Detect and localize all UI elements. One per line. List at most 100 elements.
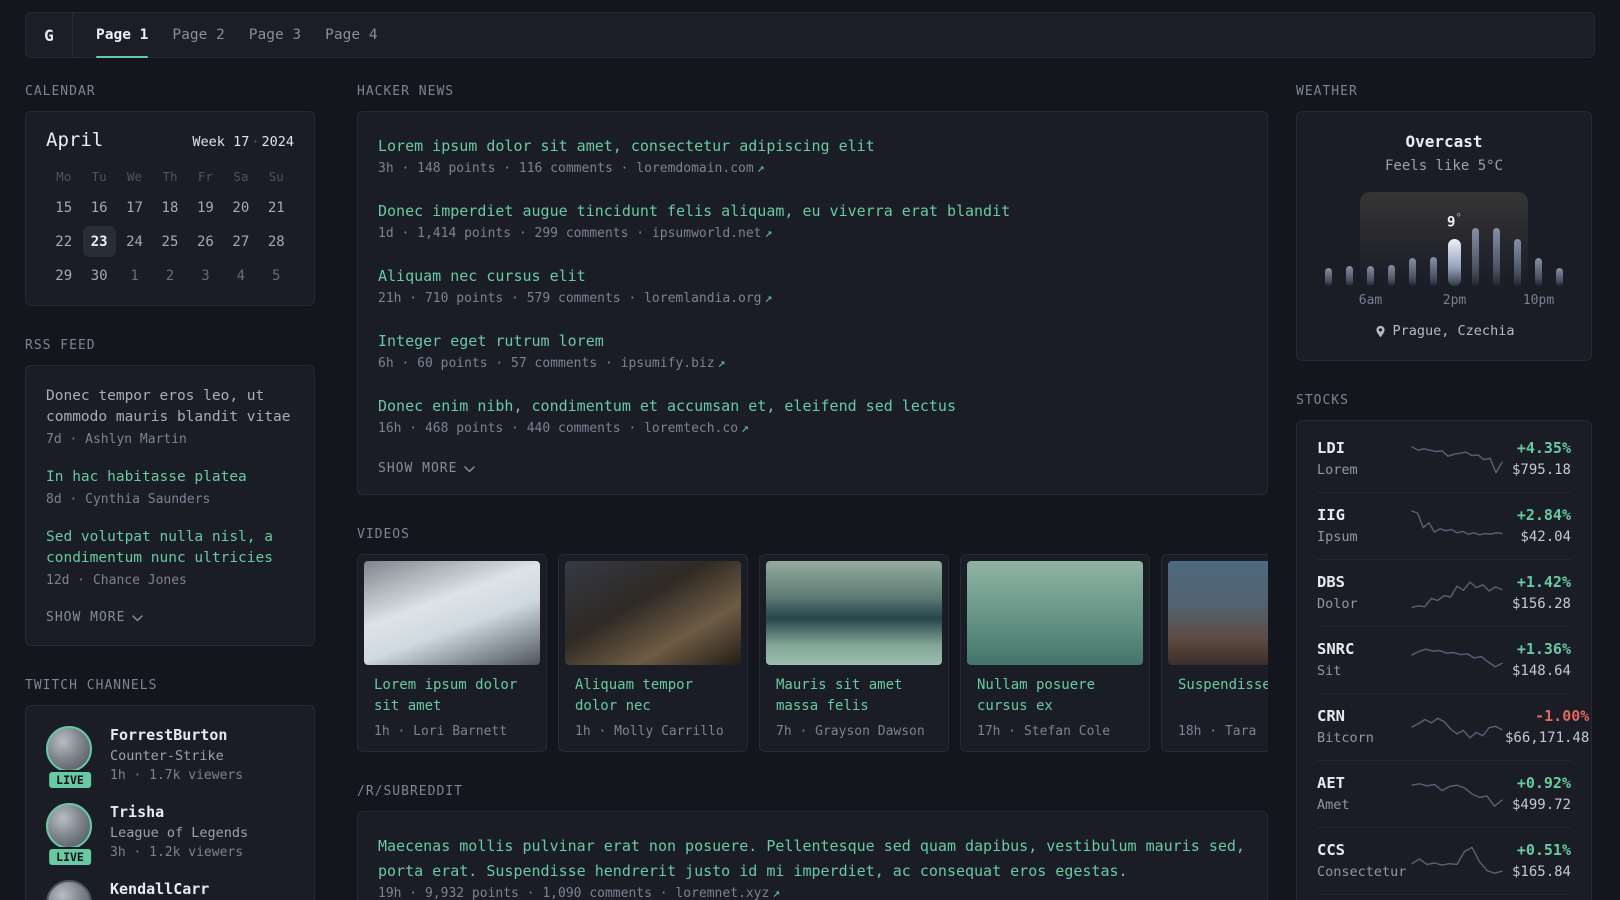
stock-id: LDI Lorem bbox=[1317, 439, 1409, 478]
stock-row[interactable]: IIG Ipsum +2.84% $42.04 bbox=[1317, 491, 1571, 559]
weather-hour-column bbox=[1318, 192, 1339, 286]
calendar-day: 20 bbox=[232, 199, 250, 216]
rss-section: RSS FEED Donec tempor eros leo, ut commo… bbox=[25, 338, 315, 646]
subreddit-section-title: /R/SUBREDDIT bbox=[357, 784, 463, 799]
stock-row[interactable]: AHS +0.46% bbox=[1317, 893, 1571, 900]
video-title[interactable]: Suspendisse diam bbox=[1178, 675, 1268, 717]
external-link-icon[interactable]: ↗ bbox=[718, 356, 726, 371]
calendar-day: 29 bbox=[55, 267, 73, 284]
video-thumbnail[interactable] bbox=[766, 561, 942, 665]
external-link-icon[interactable]: ↗ bbox=[765, 226, 773, 241]
external-link-icon[interactable]: ↗ bbox=[757, 161, 765, 176]
hackernews-item-title[interactable]: Integer eget rutrum lorem bbox=[378, 329, 1247, 354]
stock-row[interactable]: LDI Lorem +4.35% $795.18 bbox=[1317, 426, 1571, 492]
external-link-icon[interactable]: ↗ bbox=[741, 421, 749, 436]
video-card[interactable]: Nullam posuere cursus ex 17h · Stefan Co… bbox=[960, 554, 1150, 752]
video-title[interactable]: Aliquam tempor dolor nec pharetra… bbox=[575, 675, 731, 717]
weather-hour-bar bbox=[1409, 258, 1416, 286]
chevron-down-icon bbox=[132, 615, 144, 622]
weather-location-text: Prague, Czechia bbox=[1392, 323, 1515, 339]
stock-price: $148.64 bbox=[1511, 663, 1571, 679]
hackernews-item-meta: 6h · 60 points · 57 comments · ipsumify.… bbox=[378, 356, 1247, 371]
rss-item-meta: 8d · Cynthia Saunders bbox=[46, 492, 211, 507]
weather-hour-column bbox=[1507, 192, 1528, 286]
stock-sparkline bbox=[1409, 439, 1505, 479]
hackernews-item-title[interactable]: Donec enim nibh, condimentum et accumsan… bbox=[378, 394, 1247, 419]
hackernews-item-title[interactable]: Aliquam nec cursus elit bbox=[378, 264, 1247, 289]
tab-page-4[interactable]: Page 4 bbox=[313, 13, 389, 57]
video-thumbnail[interactable] bbox=[967, 561, 1143, 665]
stock-row[interactable]: CRN Bitcorn -1.00% $66,171.48 bbox=[1317, 692, 1589, 760]
calendar-section-title: CALENDAR bbox=[25, 84, 96, 99]
twitch-channel-name[interactable]: Trisha bbox=[110, 803, 248, 821]
video-card[interactable]: Aliquam tempor dolor nec pharetra… 1h · … bbox=[558, 554, 748, 752]
twitch-channel-category[interactable]: Counter-Strike bbox=[110, 748, 243, 764]
calendar-day: 5 bbox=[272, 267, 281, 284]
twitch-channel-category[interactable]: League of Legends bbox=[110, 825, 248, 841]
rss-show-more-button[interactable]: SHOW MORE bbox=[46, 610, 144, 625]
calendar-day-header: Sa bbox=[233, 168, 249, 184]
rss-item-meta: 12d · Chance Jones bbox=[46, 573, 187, 588]
twitch-avatar-wrap: LIVE bbox=[46, 803, 94, 867]
stock-id: IIG Ipsum bbox=[1317, 506, 1409, 545]
hackernews-item-meta: 21h · 710 points · 579 comments · loreml… bbox=[378, 291, 1247, 306]
stock-row[interactable]: SNRC Sit +1.36% $148.64 bbox=[1317, 625, 1571, 693]
stock-row[interactable]: DBS Dolor +1.42% $156.28 bbox=[1317, 558, 1571, 626]
weather-hour-column bbox=[1339, 192, 1360, 286]
video-title[interactable]: Nullam posuere cursus ex bbox=[977, 675, 1133, 717]
twitch-channel-info: ForrestBurton Counter-Strike 1h · 1.7k v… bbox=[110, 726, 243, 783]
video-meta: 17h · Stefan Cole bbox=[977, 724, 1111, 739]
video-meta: 7h · Grayson Dawson bbox=[776, 724, 925, 739]
calendar-week-number: 17 bbox=[233, 134, 250, 150]
twitch-channel-name[interactable]: ForrestBurton bbox=[110, 726, 243, 744]
rss-item-title[interactable]: Sed volutpat nulla nisl, a condimentum n… bbox=[46, 527, 294, 569]
calendar-day: 18 bbox=[161, 199, 179, 216]
tab-page-2[interactable]: Page 2 bbox=[160, 13, 236, 57]
stock-row[interactable]: AET Amet +0.92% $499.72 bbox=[1317, 759, 1571, 827]
twitch-channel-name[interactable]: KendallCarr bbox=[110, 880, 209, 898]
stock-name: Consectetur bbox=[1317, 864, 1407, 880]
hackernews-item-meta-text: 21h · 710 points · 579 comments · loreml… bbox=[378, 291, 762, 306]
calendar-year: 2024 bbox=[261, 134, 294, 150]
subreddit-widget: Maecenas mollis pulvinar erat non posuer… bbox=[357, 811, 1268, 900]
calendar-day-header: Su bbox=[268, 168, 284, 184]
stock-values: +0.51% $165.84 bbox=[1512, 841, 1571, 880]
stock-price: $66,171.48 bbox=[1505, 730, 1590, 746]
twitch-channel-row[interactable]: LIVE ForrestBurton Counter-Strike 1h · 1… bbox=[46, 726, 294, 790]
hackernews-item-title[interactable]: Donec imperdiet augue tincidunt felis al… bbox=[378, 199, 1247, 224]
twitch-channel-row[interactable]: KendallCarr bbox=[46, 880, 294, 900]
external-link-icon[interactable]: ↗ bbox=[772, 886, 780, 900]
subreddit-post-title[interactable]: Maecenas mollis pulvinar erat non posuer… bbox=[378, 834, 1247, 884]
avatar bbox=[46, 726, 92, 772]
external-link-icon[interactable]: ↗ bbox=[765, 291, 773, 306]
calendar-day-header: Tu bbox=[91, 168, 107, 184]
rss-item-title[interactable]: Donec tempor eros leo, ut commodo mauris… bbox=[46, 386, 294, 428]
stock-sparkline bbox=[1409, 841, 1505, 881]
stock-name: Bitcorn bbox=[1317, 730, 1374, 746]
twitch-channel-row[interactable]: LIVE Trisha League of Legends 3h · 1.2k … bbox=[46, 803, 294, 867]
avatar bbox=[46, 803, 92, 849]
video-title[interactable]: Lorem ipsum dolor sit amet consectetu… bbox=[374, 675, 530, 717]
video-card[interactable]: Mauris sit amet massa felis 7h · Grayson… bbox=[759, 554, 949, 752]
hackernews-item-title[interactable]: Lorem ipsum dolor sit amet, consectetur … bbox=[378, 134, 1247, 159]
weather-time-labels: 6am 2pm 10pm bbox=[1318, 293, 1570, 309]
video-thumbnail[interactable] bbox=[1168, 561, 1268, 665]
app-logo[interactable]: G bbox=[26, 13, 73, 57]
stock-id: AET Amet bbox=[1317, 774, 1409, 813]
video-title[interactable]: Mauris sit amet massa felis bbox=[776, 675, 932, 717]
calendar-day-header: Th bbox=[162, 168, 178, 184]
video-thumbnail[interactable] bbox=[364, 561, 540, 665]
stock-symbol: CCS bbox=[1317, 841, 1345, 859]
video-card[interactable]: Lorem ipsum dolor sit amet consectetu… 1… bbox=[357, 554, 547, 752]
rss-item-title[interactable]: In hac habitasse platea bbox=[46, 467, 294, 488]
stock-row[interactable]: CCS Consectetur +0.51% $165.84 bbox=[1317, 826, 1571, 894]
hackernews-show-more-button[interactable]: SHOW MORE bbox=[378, 461, 476, 476]
tab-page-1[interactable]: Page 1 bbox=[84, 13, 160, 58]
stock-name: Amet bbox=[1317, 797, 1350, 813]
video-thumbnail[interactable] bbox=[565, 561, 741, 665]
current-temperature: 9° bbox=[1446, 211, 1463, 231]
stock-values: +2.84% $42.04 bbox=[1517, 506, 1571, 545]
video-card[interactable]: Suspendisse diam 18h · Tara bbox=[1161, 554, 1268, 752]
calendar-day: 22 bbox=[55, 233, 73, 250]
tab-page-3[interactable]: Page 3 bbox=[237, 13, 313, 57]
